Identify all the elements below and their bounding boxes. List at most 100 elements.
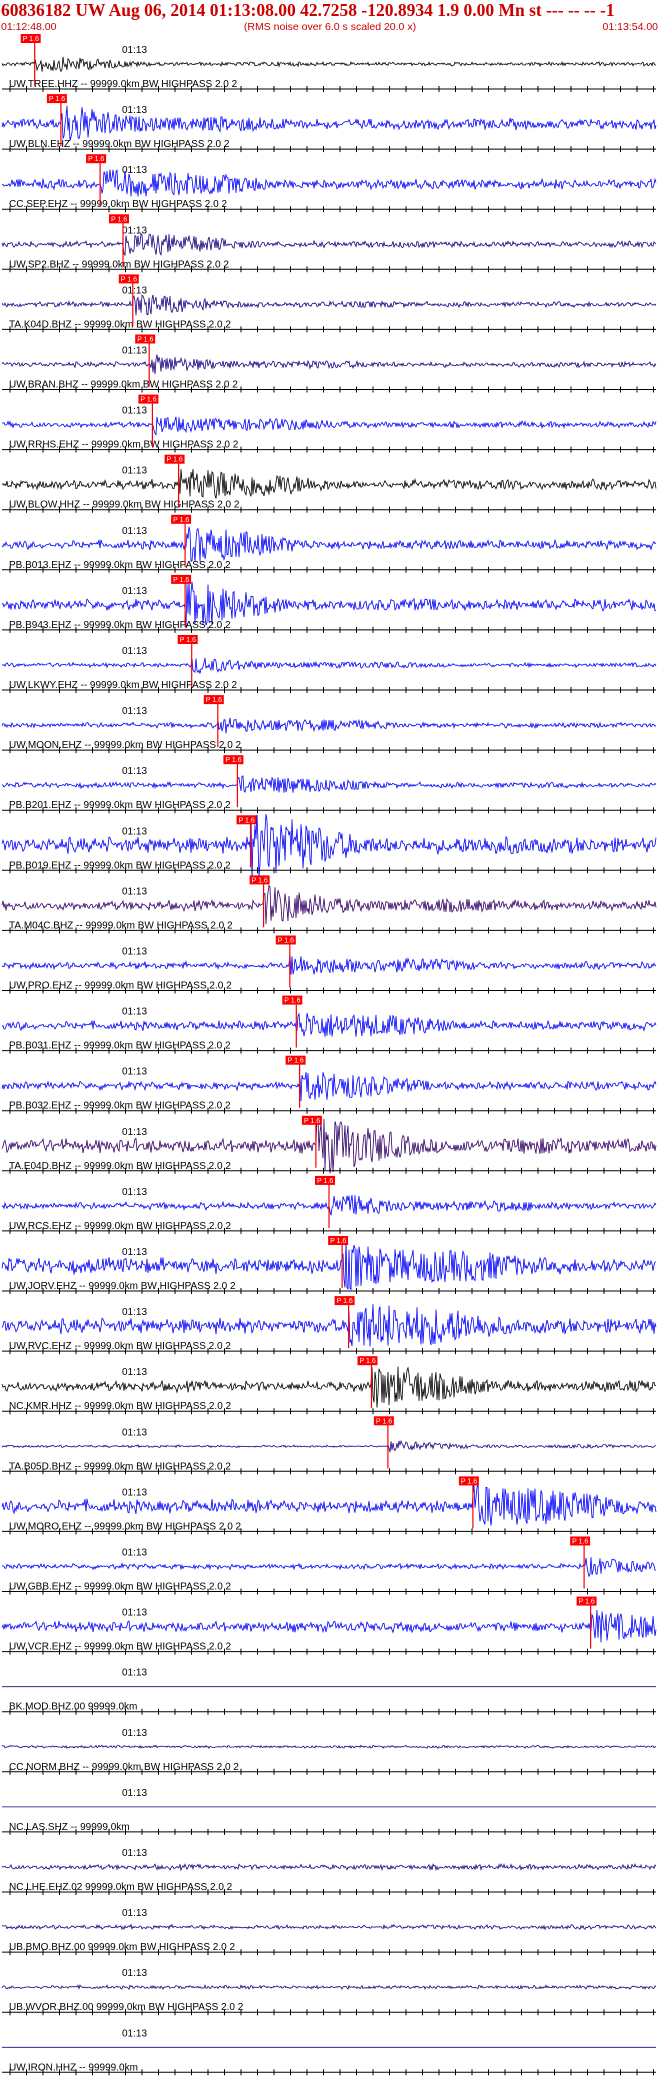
pick-label: P 1.6	[360, 1358, 376, 1365]
pick-marker: P 1.6	[334, 1296, 355, 1349]
channel-row: 01:13 UB.BMO.BHZ.00 99999.0km BW HIGHPASS…	[1, 1908, 657, 1956]
channel-row: 01:13 PB.B032.EHZ -- 99999.0km BW HIGHPAS…	[1, 1067, 657, 1114]
channel-row: 01:13 UW.TREE.HHZ -- 99999.0km BW HIGHPAS…	[1, 45, 656, 92]
minute-label: 01:13	[122, 1367, 147, 1378]
minute-label: 01:13	[122, 1608, 147, 1619]
channel-label: UW.SP2.BHZ -- 99999.0km BW HIGHPASS 2.0 …	[9, 259, 229, 270]
pick-label: P 1.6	[23, 36, 39, 43]
minute-label: 01:13	[122, 1487, 147, 1498]
channel-label: BK.MOD.BHZ.00 99999.0km	[9, 1702, 137, 1713]
pick-label: P 1.6	[572, 1539, 588, 1546]
channel-row: 01:13 PB.B201.EHZ -- 99999.0km BW HIGHPAS…	[1, 766, 657, 814]
channel-label: PB.B031.EHZ -- 99999.0km BW HIGHPASS 2.0…	[9, 1041, 231, 1052]
pick-label: P 1.6	[304, 1118, 320, 1125]
minute-label: 01:13	[122, 1007, 147, 1018]
minute-label: 01:13	[122, 2028, 147, 2039]
pick-label: P 1.6	[461, 1478, 477, 1485]
channel-label: PB.B013.EHZ -- 99999.0km BW HIGHPASS 2.0…	[9, 560, 231, 571]
waveform-trace	[1, 775, 657, 793]
minute-label: 01:13	[122, 886, 147, 897]
waveform-trace	[1, 1744, 657, 1750]
channel-row: 01:13 NC.LAS.SHZ -- 99999.0km	[2, 1788, 656, 1835]
waveform-trace	[1, 1071, 657, 1102]
channel-row: 01:13 TA.B05D.BHZ -- 99999.0km BW HIGHPAS…	[1, 1427, 657, 1475]
pick-label: P 1.6	[167, 457, 183, 464]
pick-label: P 1.6	[225, 757, 241, 764]
channel-row: 01:13 PB.B019.EHZ -- 99999.0km BW HIGHPAS…	[1, 814, 657, 881]
minute-label: 01:13	[122, 706, 147, 717]
channel-label: UW.BLOW.HHZ -- 99999.0km BW HIGHPASS 2.0…	[9, 500, 240, 511]
pick-label: P 1.6	[317, 1178, 333, 1185]
channel-row: 01:13 NC.LHE.EHZ.02 99999.0km BW HIGHPASS…	[1, 1848, 657, 1895]
minute-label: 01:13	[122, 1187, 147, 1198]
channel-label: UW.RVC.EHZ -- 99999.0km BW HIGHPASS 2.0 …	[9, 1341, 231, 1352]
channel-label: UW.JORV.EHZ -- 99999.0km BW HIGHPASS 2.0…	[9, 1281, 236, 1292]
waveform-trace	[1, 717, 657, 734]
channel-label: PB.B032.EHZ -- 99999.0km BW HIGHPASS 2.0…	[9, 1101, 231, 1112]
minute-label: 01:13	[122, 1668, 147, 1679]
waveform-trace	[1, 884, 657, 925]
channel-label: UW.PRO.EHZ -- 99999.0km BW HIGHPASS 2.0 …	[9, 981, 232, 992]
channel-label: TA.M04C.BHZ -- 99999.0km BW HIGHPASS 2.0…	[9, 920, 233, 931]
channel-row: 01:13 UW.RRHS.EHZ -- 99999.0km BW HIGHPAS…	[1, 406, 657, 453]
channel-label: PB.B201.EHZ -- 99999.0km BW HIGHPASS 2.0…	[9, 800, 231, 811]
pick-label: P 1.6	[137, 337, 153, 344]
minute-label: 01:13	[122, 105, 147, 116]
waveform-trace	[1, 233, 657, 257]
minute-label: 01:13	[122, 1908, 147, 1919]
pick-label: P 1.6	[239, 817, 255, 824]
minute-label: 01:13	[122, 1728, 147, 1739]
channel-row: 01:13 UW.IRON.HHZ -- 99999.0km	[2, 2028, 656, 2076]
channel-row: 01:13 UW.LKWY.EHZ -- 99999.0km BW HIGHPAS…	[1, 646, 657, 693]
channel-label: UW.LKWY.EHZ -- 99999.0km BW HIGHPASS 2.0…	[9, 680, 237, 691]
pick-marker: P 1.6	[275, 935, 296, 988]
channel-label: UW.RRHS.EHZ -- 99999.0km BW HIGHPASS 2.0…	[9, 440, 239, 451]
pick-label: P 1.6	[121, 276, 137, 283]
pick-label: P 1.6	[173, 517, 189, 524]
minute-label: 01:13	[122, 826, 147, 837]
channel-row: 01:13 BK.MOD.BHZ.00 99999.0km	[2, 1668, 656, 1715]
pick-label: P 1.6	[140, 397, 156, 404]
channel-row: 01:13 UW.MORO.EHZ -- 99999.0km BW HIGHPAS…	[1, 1484, 657, 1535]
waveform-trace	[1, 1012, 657, 1037]
channel-row: 01:13 CC.NORM.BHZ -- 99999.0km BW HIGHPAS…	[1, 1728, 657, 1775]
channel-label: TA.B05D.BHZ -- 99999.0km BW HIGHPASS 2.0…	[9, 1461, 231, 1472]
channel-row: 01:13 TA.M04C.BHZ -- 99999.0km BW HIGHPAS…	[1, 884, 657, 934]
channel-label: UW.TREE.HHZ -- 99999.0km BW HIGHPASS 2.0…	[9, 79, 238, 90]
waveform-trace	[1, 354, 657, 375]
waveform-trace	[1, 1609, 657, 1643]
channel-label: PB.B019.EHZ -- 99999.0km BW HIGHPASS 2.0…	[9, 860, 231, 871]
minute-label: 01:13	[122, 285, 147, 296]
minute-label: 01:13	[122, 1788, 147, 1799]
channel-label: CC.NORM.BHZ -- 99999.0km BW HIGHPASS 2.0…	[9, 1762, 239, 1773]
channel-label: UW.BLN.EHZ -- 99999.0km BW HIGHPASS 2.0 …	[9, 139, 230, 150]
minute-label: 01:13	[122, 406, 147, 417]
minute-label: 01:13	[122, 1307, 147, 1318]
channel-label: UW.VCR.EHZ -- 99999.0km BW HIGHPASS 2.0 …	[9, 1642, 232, 1653]
channel-row: 01:13 UW.PRO.EHZ -- 99999.0km BW HIGHPASS…	[1, 947, 657, 994]
channel-label: UW.RCS.EHZ -- 99999.0km BW HIGHPASS 2.0 …	[9, 1221, 232, 1232]
minute-label: 01:13	[122, 1127, 147, 1138]
minute-label: 01:13	[122, 225, 147, 236]
pick-marker: P 1.6	[285, 1055, 306, 1108]
minute-label: 01:13	[122, 1427, 147, 1438]
channel-row: 01:13 UW.GBB.EHZ -- 99999.0km BW HIGHPASS…	[1, 1548, 657, 1595]
pick-label: P 1.6	[252, 877, 268, 884]
channel-row: 01:13 UW.BRAN.BHZ -- 99999.0km BW HIGHPAS…	[1, 346, 657, 393]
channel-row: 01:13 PB.B013.EHZ -- 99999.0km BW HIGHPAS…	[1, 526, 657, 573]
minute-label: 01:13	[122, 947, 147, 958]
minute-label: 01:13	[122, 1548, 147, 1559]
channel-label: UW.GBB.EHZ -- 99999.0km BW HIGHPASS 2.0 …	[9, 1582, 232, 1593]
waveform-trace	[1, 1439, 657, 1453]
channel-label: TA.E04D.BHZ -- 99999.0km BW HIGHPASS 2.0…	[9, 1161, 231, 1172]
pick-label: P 1.6	[376, 1418, 392, 1425]
channel-label: UW.MOON.EHZ -- 99999.0km BW HIGHPASS 2.0…	[9, 740, 242, 751]
channel-row: 01:13 PB.B031.EHZ -- 99999.0km BW HIGHPAS…	[1, 1007, 657, 1054]
pick-label: P 1.6	[49, 96, 65, 103]
waveform-trace	[1, 56, 656, 73]
minute-label: 01:13	[122, 1067, 147, 1078]
channel-row: 01:13 UW.RVC.EHZ -- 99999.0km BW HIGHPASS…	[1, 1304, 657, 1355]
minute-label: 01:13	[122, 45, 147, 56]
channel-row: 01:13 NC.KMR.HHZ -- 99999.0km BW HIGHPASS…	[1, 1366, 657, 1415]
channel-label: UW.BRAN.BHZ -- 99999.0km BW HIGHPASS 2.0…	[9, 380, 238, 391]
